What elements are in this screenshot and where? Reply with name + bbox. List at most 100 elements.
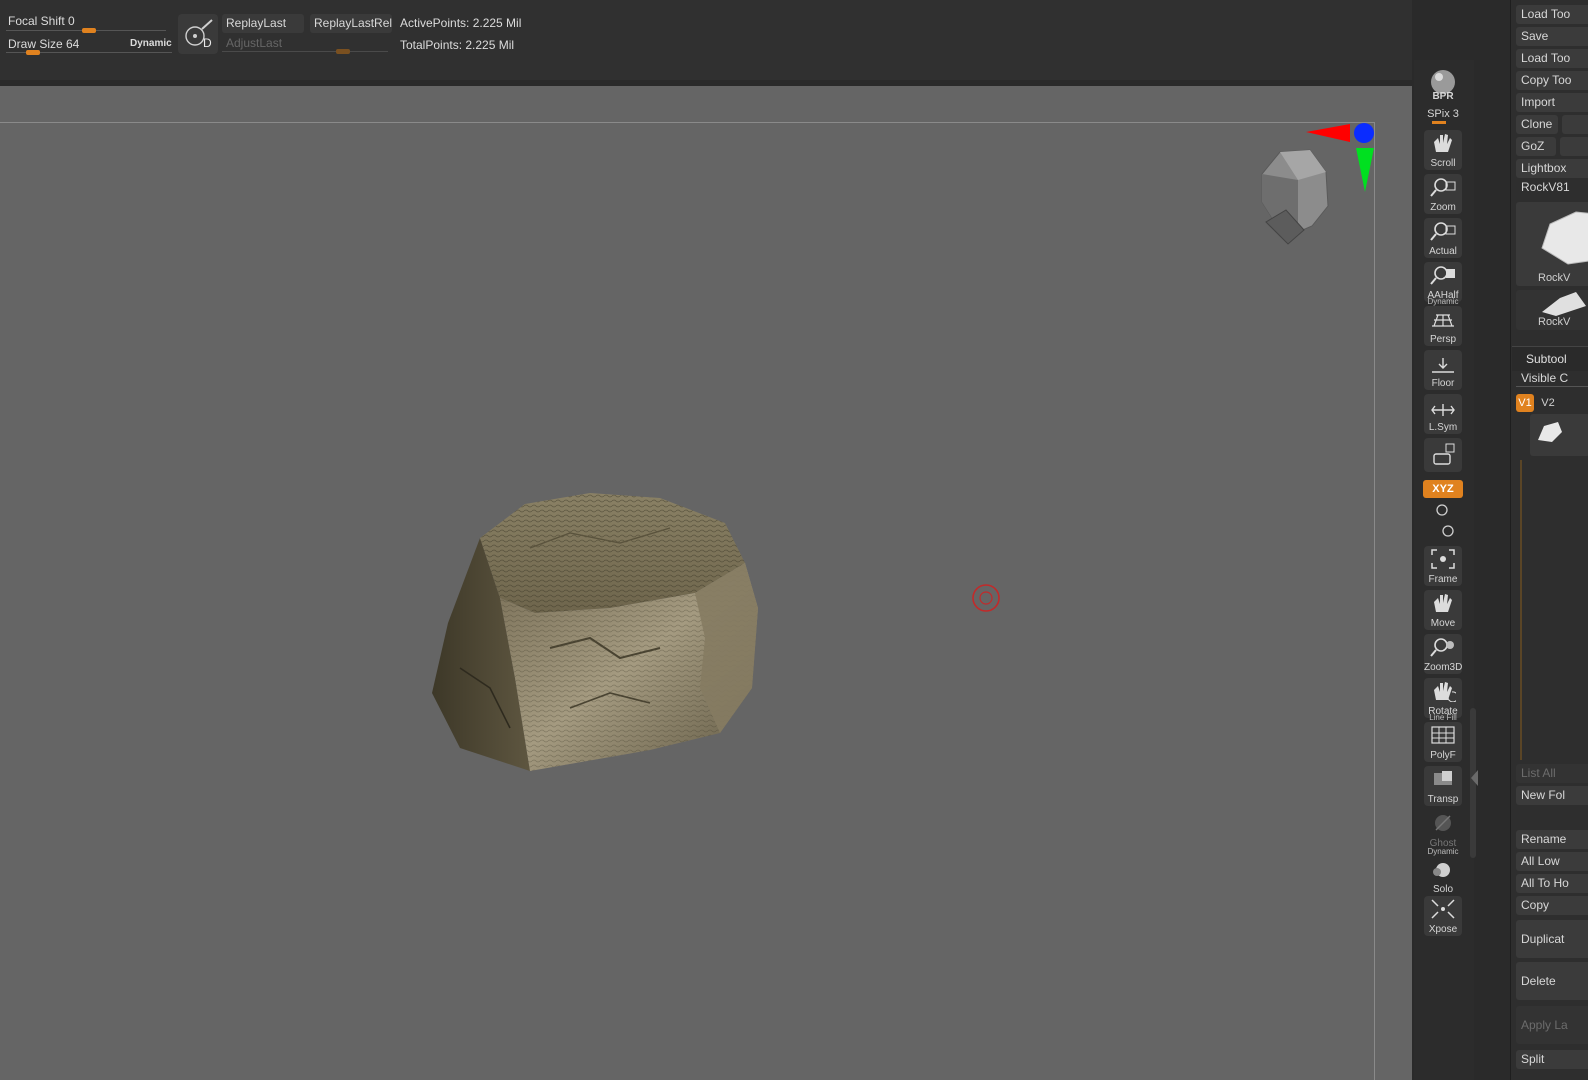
collapse-arrow-icon[interactable] [1471,770,1478,786]
frame-icon [1431,549,1455,569]
scroll-button[interactable]: Scroll [1424,130,1462,170]
local-symmetry-icon [1431,404,1455,416]
floor-icon [1432,358,1454,373]
aahalf-button[interactable]: AAHalf [1424,262,1462,302]
copy-tool-button[interactable]: Copy Too [1516,71,1588,90]
spix-slider[interactable]: SPix 3 [1424,108,1462,124]
frame-label: Frame [1428,574,1458,585]
lsym-button[interactable]: L.Sym [1424,394,1462,434]
draw-size-knob[interactable] [26,50,40,55]
rename-button[interactable]: Rename [1516,830,1588,849]
clone-button[interactable]: Clone [1516,115,1558,134]
subtool-rock-thumbnail-icon [1538,422,1562,442]
load-tool-2-button[interactable]: Load Too [1516,49,1588,68]
solo-icon [1433,863,1450,877]
scroll-label: Scroll [1430,158,1456,169]
rock-model[interactable] [420,488,770,778]
all-to-home-button[interactable]: All To Ho [1516,874,1588,893]
current-tool-name: RockV81 [1521,180,1570,194]
replay-last-button[interactable]: ReplayLast [222,14,304,33]
rotate-icon [1434,682,1456,702]
actual-button[interactable]: Actual [1424,218,1462,258]
axis-z-dot[interactable] [1354,123,1374,143]
tool-thumbnail-secondary[interactable]: RockV [1516,290,1588,330]
aahalf-icon [1430,266,1455,285]
subtool-item[interactable] [1530,414,1588,456]
focal-shift-label: Focal Shift [8,14,65,28]
rotate-button[interactable]: Rotate [1424,678,1462,718]
solo-button[interactable]: Dynamic Solo [1424,847,1462,896]
clone-adjacent-button[interactable] [1562,115,1588,134]
copy-button[interactable]: Copy [1516,896,1588,915]
axis-x-arrow[interactable] [1306,124,1350,142]
save-button[interactable]: Save [1516,27,1588,46]
lock-camera-button[interactable] [1424,438,1462,472]
persp-dynamic-label: Dynamic [1427,297,1459,306]
tool-thumbnail-secondary-label: RockV [1538,316,1571,328]
subtool-list-scroll[interactable] [1520,460,1522,760]
draw-size-label: Draw Size [8,37,63,51]
draw-size-value: 64 [66,37,80,51]
replay-last-rel-button[interactable]: ReplayLastRel [310,14,392,33]
target-marker-icon [972,584,1000,612]
focal-shift-value: 0 [68,14,75,28]
goz-adjacent-button[interactable] [1560,137,1588,156]
dynamic-d-label: D [203,36,212,50]
adjust-last-knob[interactable] [336,49,350,54]
lightbox-button[interactable]: Lightbox [1516,159,1588,178]
bpr-button[interactable]: BPR [1424,66,1462,104]
list-all-button[interactable]: List All [1516,764,1588,783]
focal-shift-knob[interactable] [82,28,96,33]
xpose-label: Xpose [1428,924,1458,935]
ghost-icon [1435,815,1451,831]
all-low-button[interactable]: All Low [1516,852,1588,871]
lock-camera-icon [1433,443,1455,465]
polyf-button[interactable]: Line Fill PolyF [1424,713,1462,762]
dynamic-brush-button[interactable]: D [178,14,218,54]
adjust-last-slider[interactable] [222,49,388,54]
persp-label: Persp [1429,334,1457,345]
zoom3d-button[interactable]: Zoom3D [1424,634,1462,674]
load-tool-button[interactable]: Load Too [1516,5,1588,24]
dynamic-toggle[interactable]: Dynamic [130,38,172,49]
floor-button[interactable]: Floor [1424,350,1462,390]
subtool-header[interactable]: Subtool [1512,346,1588,371]
transp-label: Transp [1427,794,1459,805]
spix-knob[interactable] [1432,121,1446,124]
axis-y-arrow[interactable] [1356,148,1374,192]
zoom-label: Zoom [1430,202,1456,213]
apply-layers-button[interactable]: Apply La [1516,1006,1588,1044]
visible-count-label: Visible C [1521,371,1569,385]
floor-label: Floor [1431,378,1455,389]
frame-button[interactable]: Frame [1424,546,1462,586]
v1-toggle[interactable]: V1 [1516,394,1534,412]
draw-size-slider[interactable]: Draw Size 64 Dynamic [6,34,174,56]
rotate-axis-icons[interactable] [1430,502,1458,542]
import-button[interactable]: Import [1516,93,1588,112]
move-label: Move [1430,618,1456,629]
ghost-button[interactable]: Ghost [1424,810,1462,850]
zoom3d-label: Zoom3D [1424,662,1462,673]
xpose-button[interactable]: Xpose [1424,896,1462,936]
xyz-rotate-button[interactable]: XYZ [1423,480,1463,498]
solo-dynamic-label: Dynamic [1427,847,1459,856]
delete-button[interactable]: Delete [1516,962,1588,1000]
v2-toggle[interactable]: V2 [1538,394,1558,412]
zoom-button[interactable]: Zoom [1424,174,1462,214]
duplicate-button[interactable]: Duplicat [1516,920,1588,958]
persp-button[interactable]: Dynamic Persp [1424,297,1462,346]
focal-shift-slider[interactable]: Focal Shift 0 [6,12,174,33]
axis-gizmo[interactable] [1304,118,1384,196]
perspective-grid-icon [1432,314,1454,327]
visible-slider-track [1516,386,1588,387]
transparency-icon [1434,771,1452,785]
goz-button[interactable]: GoZ [1516,137,1556,156]
move-button[interactable]: Move [1424,590,1462,630]
split-button[interactable]: Split [1516,1050,1588,1069]
zoom3d-icon [1430,638,1454,657]
active-points-readout: ActivePoints: 2.225 Mil [400,16,522,30]
new-folder-button[interactable]: New Fol [1516,786,1588,805]
hand-move-icon [1434,594,1452,612]
tool-thumbnail-main[interactable]: RockV [1516,202,1588,286]
transp-button[interactable]: Transp [1424,766,1462,806]
